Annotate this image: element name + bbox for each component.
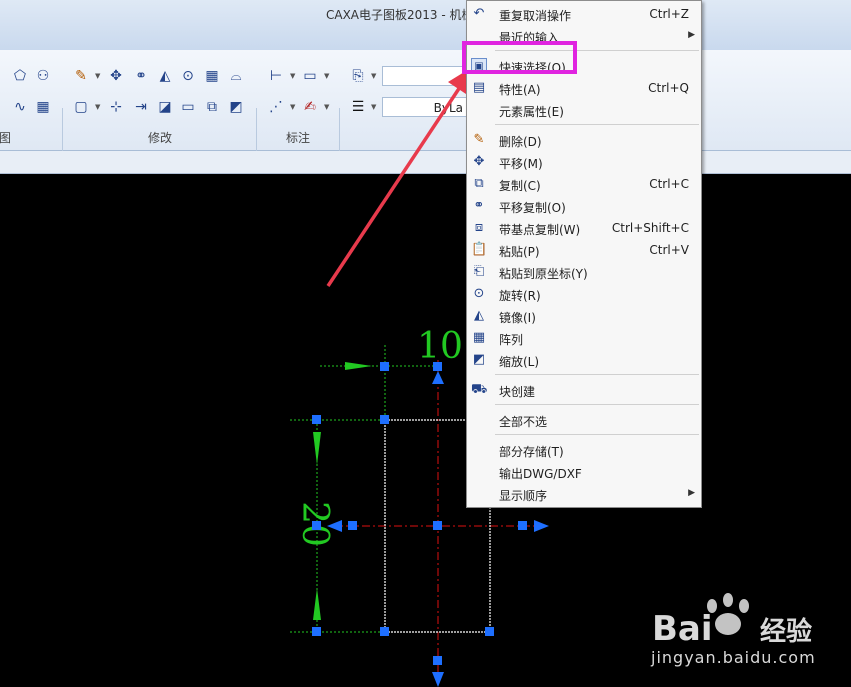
grip-point (380, 415, 389, 424)
menu-item-display-order[interactable]: 显示顺序 ▶ (467, 483, 701, 505)
context-menu: ↶ 重复取消操作 Ctrl+Z 最近的输入 ▶ ▣ 快速选择(Q) ▤ 特性(A… (466, 0, 702, 508)
menu-item-move[interactable]: ✥ 平移(M) (467, 151, 701, 173)
grip-point (380, 362, 389, 371)
menu-item-label: 复制(C) (499, 179, 541, 193)
grip-arrow (432, 371, 444, 384)
dim-text-horizontal: 10 (417, 326, 463, 367)
menu-separator (495, 124, 699, 125)
rotate-icon: ⊙ (473, 286, 485, 301)
block-create-icon: ⛟ (471, 382, 488, 397)
menu-item-partial-save[interactable]: 部分存储(T) (467, 439, 701, 461)
grip-point (433, 656, 442, 665)
menu-item-label: 旋转(R) (499, 289, 541, 303)
menu-item-block-create[interactable]: ⛟ 块创建 (467, 379, 701, 401)
watermark-url: jingyan.baidu.com (651, 648, 816, 667)
delete-icon: ✎ (473, 132, 485, 147)
menu-separator (495, 374, 699, 375)
dimension-arrow (313, 432, 321, 465)
copy-icon: ⧉ (474, 176, 484, 191)
menu-item-label: 镜像(I) (499, 311, 536, 325)
menu-item-label: 粘贴到原坐标(Y) (499, 267, 588, 281)
menu-item-label: 平移复制(O) (499, 201, 566, 215)
menu-item-rotate[interactable]: ⊙ 旋转(R) (467, 283, 701, 305)
annotation-arrow-shaft (326, 83, 464, 287)
menu-item-label: 粘贴(P) (499, 245, 540, 259)
jingyan-logo-text: 经验 (760, 616, 812, 647)
menu-item-label: 输出DWG/DXF (499, 467, 582, 481)
grip-point (433, 521, 442, 530)
menu-item-mirror[interactable]: ◭ 镜像(I) (467, 305, 701, 327)
paste-icon: 📋 (471, 242, 488, 257)
grip-point (312, 415, 321, 424)
paste-original-icon: ⎗ (473, 264, 485, 279)
grip-arrow (534, 520, 549, 532)
menu-item-label: 重复取消操作 (499, 9, 572, 23)
grip-point (380, 627, 389, 636)
undo-icon: ↶ (473, 6, 485, 21)
menu-item-copy[interactable]: ⧉ 复制(C) Ctrl+C (467, 173, 701, 195)
menu-item-label: 缩放(L) (499, 355, 540, 369)
menu-item-delete[interactable]: ✎ 删除(D) (467, 129, 701, 151)
menu-item-paste[interactable]: 📋 粘贴(P) Ctrl+V (467, 239, 701, 261)
menu-item-label: 块创建 (499, 385, 536, 399)
drawing-overlay: 10 20 Bai 经验 (290, 66, 812, 687)
dimension-arrow (345, 362, 372, 370)
menu-item-shortcut: Ctrl+Shift+C (611, 221, 689, 235)
highlight-box (462, 41, 577, 74)
menu-item-shortcut: Ctrl+Q (648, 81, 689, 95)
grip-point (433, 362, 442, 371)
menu-item-deselect-all[interactable]: 全部不选 (467, 409, 701, 431)
grip-point (485, 627, 494, 636)
chevron-right-icon: ▶ (688, 30, 695, 40)
dimension-arrow (313, 588, 321, 620)
menu-item-label: 特性(A) (499, 83, 541, 97)
menu-item-scale[interactable]: ◩ 缩放(L) (467, 349, 701, 371)
menu-item-label: 带基点复制(W) (499, 223, 581, 237)
baidu-watermark-icon (707, 593, 749, 635)
menu-item-label: 删除(D) (499, 135, 542, 149)
menu-item-label: 显示顺序 (499, 489, 548, 503)
scale-icon: ◩ (472, 352, 486, 367)
menu-item-element-attributes[interactable]: 元素属性(E) (467, 99, 701, 121)
mirror-icon: ◭ (474, 308, 484, 323)
grip-point (312, 521, 321, 530)
menu-item-label: 部分存储(T) (499, 445, 564, 459)
move-icon: ✥ (473, 154, 485, 169)
grip-point (312, 627, 321, 636)
properties-icon: ▤ (472, 80, 486, 95)
menu-item-label: 元素属性(E) (499, 105, 564, 119)
menu-item-array[interactable]: ▦ 阵列 (467, 327, 701, 349)
menu-item-shortcut: Ctrl+C (649, 177, 689, 191)
menu-item-move-copy[interactable]: ⚭ 平移复制(O) (467, 195, 701, 217)
baidu-logo-text: Bai (652, 609, 713, 649)
menu-item-shortcut: Ctrl+Z (649, 7, 689, 21)
menu-item-label: 阵列 (499, 333, 524, 347)
menu-item-undo[interactable]: ↶ 重复取消操作 Ctrl+Z (467, 3, 701, 25)
copy-with-basepoint-icon: ⧈ (474, 220, 484, 235)
menu-item-paste-original[interactable]: ⎗ 粘贴到原坐标(Y) (467, 261, 701, 283)
menu-item-properties[interactable]: ▤ 特性(A) Ctrl+Q (467, 77, 701, 99)
menu-item-shortcut: Ctrl+V (649, 243, 689, 257)
menu-item-label: 全部不选 (499, 415, 548, 429)
move-copy-icon: ⚭ (473, 198, 485, 213)
grip-point (518, 521, 527, 530)
menu-item-export-dwg[interactable]: 输出DWG/DXF (467, 461, 701, 483)
menu-item-label: 平移(M) (499, 157, 543, 171)
grip-point (348, 521, 357, 530)
grip-arrow (432, 672, 444, 687)
menu-separator (495, 404, 699, 405)
menu-separator (495, 434, 699, 435)
array-icon: ▦ (472, 330, 486, 345)
menu-item-copy-with-basepoint[interactable]: ⧈ 带基点复制(W) Ctrl+Shift+C (467, 217, 701, 239)
chevron-right-icon: ▶ (688, 488, 695, 498)
